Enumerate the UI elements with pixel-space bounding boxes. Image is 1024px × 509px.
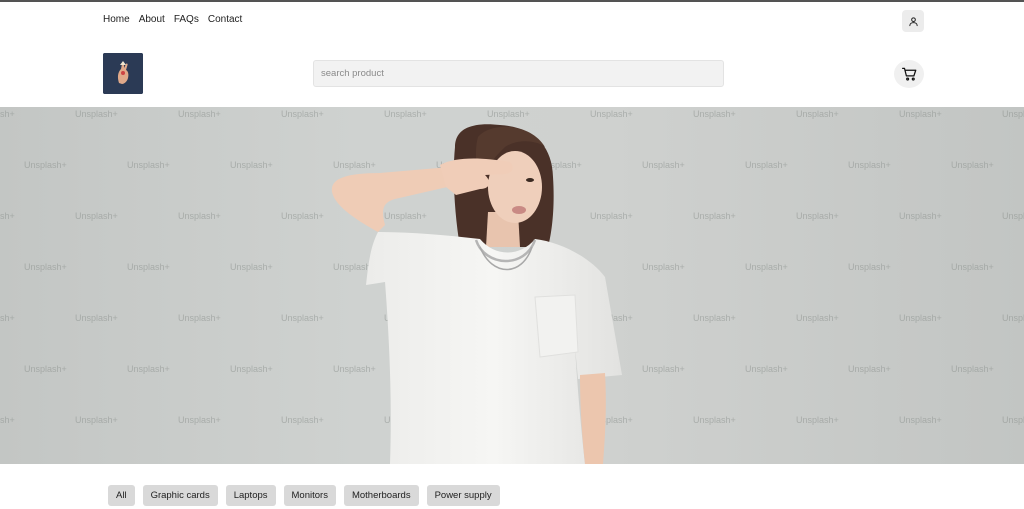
hero-model-image bbox=[331, 124, 622, 464]
hero-banner: Unsplash+Unsplash+Unsplash+Unsplash+Unsp… bbox=[0, 107, 1024, 464]
category-chip-laptops[interactable]: Laptops bbox=[225, 485, 276, 506]
nav-link-home[interactable]: Home bbox=[103, 14, 130, 25]
nav-link-about[interactable]: About bbox=[139, 14, 165, 25]
cart-icon bbox=[901, 67, 916, 81]
top-nav-bar: Home About FAQs Contact bbox=[0, 2, 1024, 40]
search-input[interactable] bbox=[313, 60, 724, 87]
account-button[interactable] bbox=[902, 10, 924, 32]
cart-button[interactable] bbox=[894, 60, 924, 88]
category-chip-power-supply[interactable]: Power supply bbox=[426, 485, 500, 506]
nav-link-faqs[interactable]: FAQs bbox=[174, 14, 199, 25]
category-chip-all[interactable]: All bbox=[108, 485, 135, 506]
user-icon bbox=[908, 16, 918, 26]
category-chip-motherboards[interactable]: Motherboards bbox=[343, 485, 419, 506]
site-logo[interactable] bbox=[103, 53, 143, 94]
nav-link-contact[interactable]: Contact bbox=[208, 14, 242, 25]
category-filter-bar: All Graphic cards Laptops Monitors Mothe… bbox=[108, 485, 500, 506]
category-chip-monitors[interactable]: Monitors bbox=[283, 485, 336, 506]
site-header bbox=[0, 40, 1024, 107]
hand-logo-icon bbox=[103, 53, 143, 94]
category-chip-graphic-cards[interactable]: Graphic cards bbox=[142, 485, 218, 506]
main-nav: Home About FAQs Contact bbox=[103, 14, 242, 25]
